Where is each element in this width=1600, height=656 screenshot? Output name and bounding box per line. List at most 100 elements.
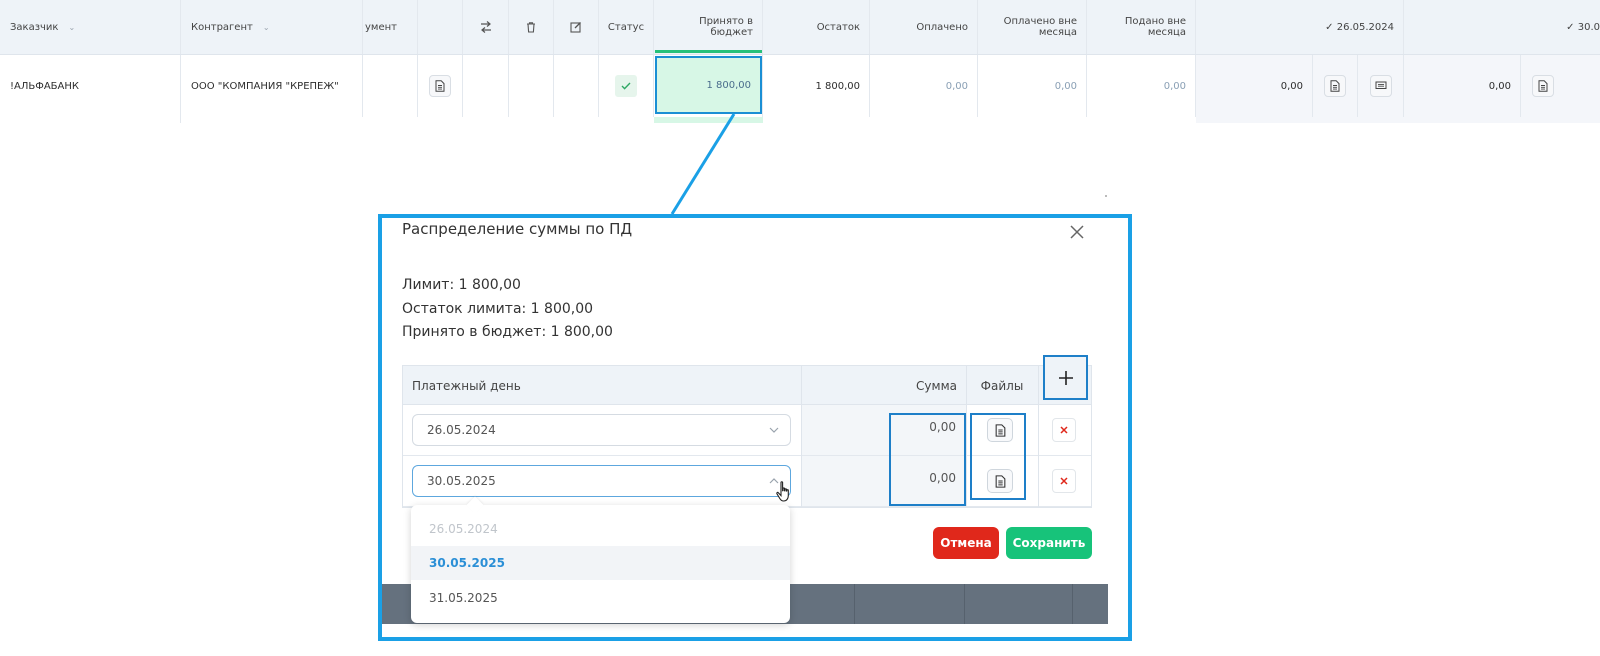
cell-date1-doc (1313, 55, 1358, 117)
header-paid-outside-month-label: Оплачено вне месяца (1003, 16, 1077, 38)
cell-date2-doc (1521, 55, 1600, 117)
cell-date1-comment (1358, 55, 1404, 117)
header-empty (418, 0, 463, 54)
accepted-budget-text: Принято в бюджет: 1 800,00 (402, 324, 613, 340)
header-document: умент (363, 0, 418, 54)
cell-delete (509, 55, 554, 117)
header-transfer[interactable] (463, 0, 509, 54)
header-submitted-outside-month-label: Подано вне месяца (1124, 16, 1186, 38)
chevron-down-icon (769, 427, 779, 433)
distribution-dialog: Распределение суммы по ПД Лимит: 1 800,0… (378, 214, 1132, 641)
document-icon (1330, 80, 1340, 92)
trash-icon (527, 22, 535, 33)
dropdown-option-selected[interactable]: 30.05.2025 (411, 546, 790, 580)
document-icon (1538, 80, 1548, 92)
table-row[interactable]: !АЛЬФАБАНК ООО "КОМПАНИЯ "КРЕПЕЖ" 1 800,… (0, 55, 1600, 117)
accepted-budget-cell-highlight[interactable]: 1 800,00 (655, 56, 762, 114)
header-files: Файлы (980, 378, 1024, 393)
counterparty-value: ООО "КОМПАНИЯ "КРЕПЕЖ" (191, 80, 339, 92)
cell-doc (418, 55, 463, 117)
header-status: Статус (599, 0, 654, 54)
header-sum: Сумма (916, 378, 957, 393)
budget-table: Заказчик ⌄ Контрагент ⌄ умент Статус При… (0, 0, 1600, 123)
cell-edit (554, 55, 599, 117)
column-divider (1038, 366, 1039, 507)
cell-submitted-outside-month: 0,00 (1087, 55, 1196, 117)
header-accepted-budget-label: Принято в бюджет (699, 16, 753, 38)
dropdown-option[interactable]: 31.05.2025 (411, 581, 790, 615)
header-edit[interactable] (554, 0, 599, 54)
paid-value: 0,00 (945, 80, 968, 92)
cell-status (599, 55, 654, 117)
close-icon (1060, 477, 1068, 485)
header-counterparty[interactable]: Контрагент ⌄ (181, 0, 363, 54)
date2-value: 0,00 (1488, 80, 1511, 92)
payment-day-value: 30.05.2025 (427, 474, 496, 488)
customer-value: !АЛЬФАБАНК (10, 80, 79, 92)
comment-icon (1375, 81, 1386, 89)
cell-remainder: 1 800,00 (763, 55, 870, 117)
sum-column-highlight (889, 413, 966, 506)
document-button[interactable] (1324, 75, 1346, 97)
save-button[interactable]: Сохранить (1006, 527, 1092, 559)
date-dropdown: 26.05.2024 30.05.2025 31.05.2025 (411, 496, 790, 623)
document-icon (435, 80, 445, 92)
check-icon (621, 82, 631, 90)
payment-day-value: 26.05.2024 (427, 423, 496, 437)
close-icon (1060, 426, 1068, 434)
limit-text: Лимит: 1 800,00 (402, 277, 521, 293)
header-accepted-budget: Принято в бюджет (654, 0, 763, 54)
delete-row-button[interactable] (1052, 418, 1076, 442)
header-customer-label: Заказчик (10, 21, 59, 33)
header-document-label: умент (365, 21, 397, 33)
document-button[interactable] (1532, 75, 1554, 97)
add-row-button[interactable] (1043, 355, 1088, 400)
files-column-highlight (970, 413, 1026, 500)
cell-paid-outside-month: 0,00 (978, 55, 1087, 117)
cell-counterparty: ООО "КОМПАНИЯ "КРЕПЕЖ" (181, 55, 363, 117)
table-header: Заказчик ⌄ Контрагент ⌄ умент Статус При… (0, 0, 1600, 55)
limit-remainder-text: Остаток лимита: 1 800,00 (402, 301, 594, 317)
hand-cursor-icon (776, 481, 789, 502)
cancel-button[interactable]: Отмена (933, 527, 999, 559)
status-badge (615, 75, 637, 97)
comment-button[interactable] (1369, 75, 1392, 97)
payment-days-table: Платежный день Сумма Файлы 26.05.2024 0,… (402, 365, 1092, 508)
column-divider (801, 366, 802, 507)
submitted-outside-month-value: 0,00 (1163, 80, 1186, 92)
document-button[interactable] (429, 75, 451, 97)
cell-transfer (463, 55, 509, 117)
column-divider (966, 366, 967, 507)
header-date-1-label: ✓ 26.05.2024 (1325, 21, 1394, 33)
cell-date2-value[interactable]: 0,00 (1404, 55, 1521, 117)
payment-day-select[interactable]: 26.05.2024 (412, 414, 791, 446)
edit-icon (570, 22, 581, 33)
header-status-label: Статус (607, 21, 645, 33)
chevron-down-icon: ⌄ (68, 22, 76, 32)
cell-date1-value[interactable]: 0,00 (1196, 55, 1313, 117)
dialog-title: Распределение суммы по ПД (402, 220, 633, 238)
header-paid-label: Оплачено (916, 21, 968, 33)
stray-dot (1105, 195, 1107, 197)
header-date-2[interactable]: ✓ 30.0 (1404, 0, 1600, 54)
header-remainder: Остаток (763, 0, 870, 54)
header-paid-outside-month: Оплачено вне месяца (978, 0, 1087, 54)
chevron-down-icon: ⌄ (262, 22, 270, 32)
swap-arrows-icon (480, 21, 491, 33)
cell-paid: 0,00 (870, 55, 978, 117)
header-submitted-outside-month: Подано вне месяца (1087, 0, 1196, 54)
budget-column-indicator (655, 50, 762, 53)
header-counterparty-label: Контрагент (191, 21, 253, 33)
table-row-remainder (0, 117, 1600, 123)
payment-day-select[interactable]: 30.05.2025 (412, 465, 791, 497)
header-delete[interactable] (509, 0, 554, 54)
header-date-2-label: ✓ 30.0 (1566, 21, 1600, 33)
header-date-1[interactable]: ✓ 26.05.2024 (1196, 0, 1404, 54)
header-payment-day: Платежный день (412, 378, 521, 393)
delete-row-button[interactable] (1052, 469, 1076, 493)
cell-document (363, 55, 418, 117)
accepted-budget-value: 1 800,00 (706, 79, 751, 91)
plus-icon (1058, 370, 1073, 385)
header-customer[interactable]: Заказчик ⌄ (0, 0, 181, 54)
close-icon[interactable] (1068, 223, 1086, 241)
